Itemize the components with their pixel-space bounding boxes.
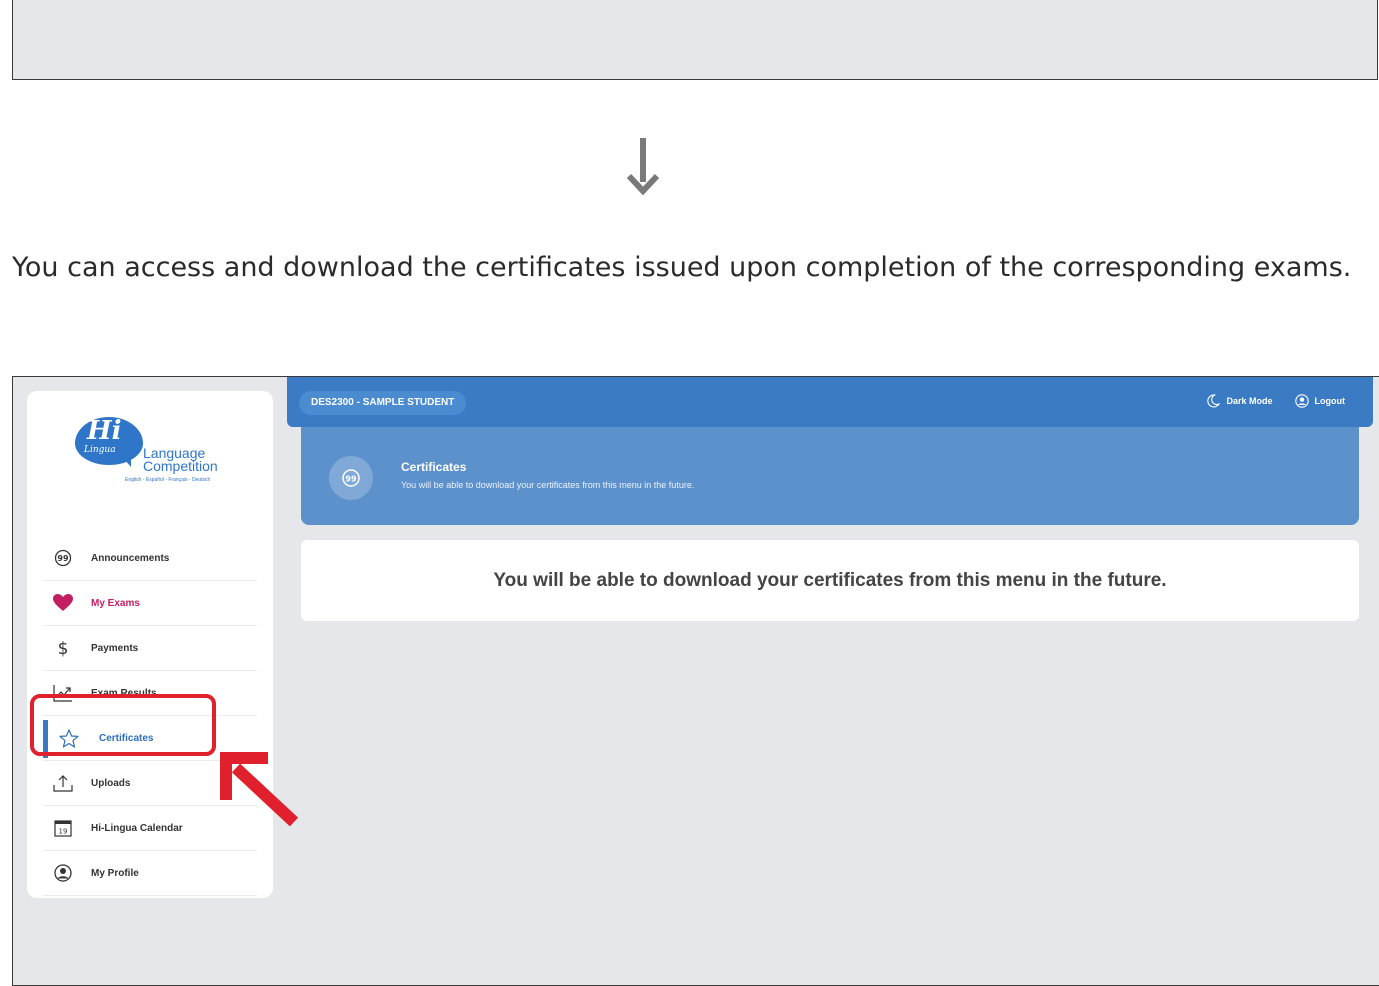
page-subtitle: You will be able to download your certif…	[401, 480, 695, 490]
hi-lingua-logo: Hi Lingua Language Competition English -…	[75, 415, 225, 485]
heart-icon	[51, 591, 75, 615]
logout-button[interactable]: Logout	[1294, 394, 1346, 408]
dark-mode-toggle[interactable]: Dark Mode	[1206, 394, 1273, 408]
top-actions: Dark Mode Logout	[1184, 394, 1345, 408]
sidebar-item-my-profile[interactable]: My Profile	[43, 851, 257, 896]
logo-bubble-tail	[117, 451, 131, 467]
dollar-icon: $	[51, 636, 75, 660]
annotation-arrow-icon	[220, 752, 299, 827]
sidebar-item-label: My Exams	[91, 597, 140, 609]
chat-bubble-icon: 99	[342, 469, 360, 487]
chat-bubble-icon: 99	[51, 546, 75, 570]
sidebar-item-label: Payments	[91, 642, 139, 654]
sidebar-item-payments[interactable]: $ Payments	[43, 626, 257, 671]
empty-state-message: You will be able to download your certif…	[493, 569, 1167, 591]
moon-icon	[1207, 394, 1221, 408]
student-badge: DES2300 - SAMPLE STUDENT	[299, 391, 467, 415]
user-circle-icon	[51, 861, 75, 885]
app-screenshot: Hi Lingua Language Competition English -…	[12, 376, 1379, 986]
annotation-highlight-box	[30, 694, 216, 756]
sidebar-item-label: Uploads	[91, 777, 131, 789]
calendar-day-text: 19	[59, 828, 68, 836]
page-header: 99 Certificates You will be able to down…	[301, 427, 1359, 525]
svg-text:99: 99	[345, 475, 357, 484]
sidebar-item-label: Announcements	[91, 552, 170, 564]
sidebar-item-label: My Profile	[91, 867, 139, 879]
message-card: You will be able to download your certif…	[301, 540, 1359, 621]
logout-label: Logout	[1314, 396, 1346, 406]
dark-mode-label: Dark Mode	[1226, 396, 1273, 406]
header-icon-badge: 99	[329, 456, 373, 500]
page-title: Certificates	[401, 460, 467, 474]
calendar-icon: 19	[51, 816, 75, 840]
logo-name-text: Language Competition	[143, 445, 218, 474]
top-bar: DES2300 - SAMPLE STUDENT Dark Mode Logou…	[287, 377, 1373, 427]
sidebar-item-my-exams[interactable]: My Exams	[43, 581, 257, 626]
svg-text:99: 99	[57, 554, 69, 563]
sidebar-item-announcements[interactable]: 99 Announcements	[43, 536, 257, 581]
previous-screenshot-frame	[12, 0, 1378, 80]
instruction-text: You can access and download the certific…	[12, 252, 1352, 283]
svg-text:$: $	[58, 639, 69, 658]
down-arrow-icon	[626, 138, 660, 196]
logo-lingua-text: Lingua	[84, 445, 116, 455]
user-circle-icon	[1294, 394, 1309, 408]
logo-hi-text: Hi	[87, 416, 122, 446]
logo-languages-text: English - Español - Français - Deutsch	[125, 477, 211, 483]
upload-icon	[51, 771, 75, 795]
sidebar-item-label: Hi-Lingua Calendar	[91, 822, 183, 834]
